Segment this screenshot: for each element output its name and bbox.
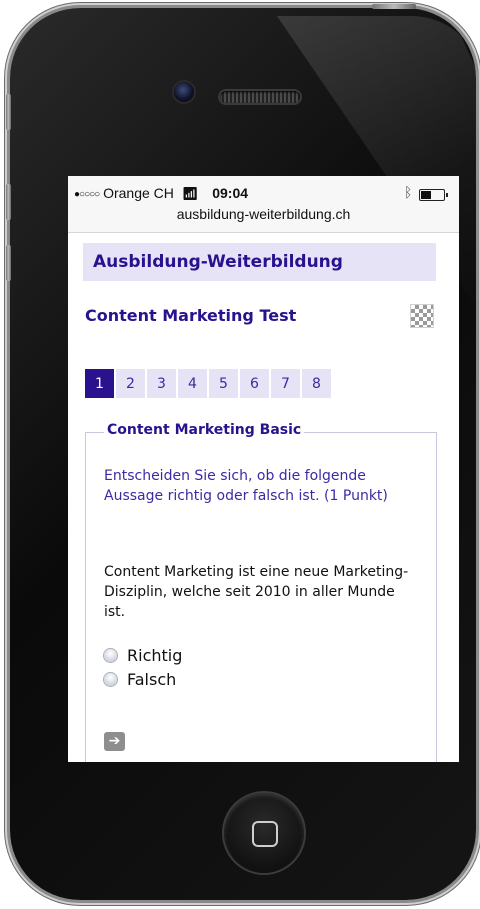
option-label: Richtig (127, 646, 183, 665)
battery-icon (419, 189, 448, 201)
page-button-5[interactable]: 5 (209, 369, 238, 398)
arrow-right-icon[interactable]: ➔ (104, 732, 125, 751)
section-title: Content Marketing Basic (104, 422, 305, 438)
page-button-1[interactable]: 1 (85, 369, 114, 398)
page-button-3[interactable]: 3 (147, 369, 176, 398)
clock: 09:04 (212, 185, 249, 201)
volume-up-button (6, 184, 11, 220)
radio-button[interactable] (104, 673, 117, 686)
page-button-8[interactable]: 8 (302, 369, 331, 398)
option-richtig[interactable]: Richtig (104, 646, 182, 665)
wifi-icon: 📶︎ (181, 186, 199, 201)
status-left: ●○○○○ Orange CH 📶︎ 09:04 (74, 185, 248, 202)
signal-strength: ●○○○○ (74, 189, 100, 200)
phone-frame: ●○○○○ Orange CH 📶︎ 09:04 ᛒ ausbildung-we… (10, 8, 480, 900)
option-falsch[interactable]: Falsch (104, 670, 176, 689)
home-square-icon (252, 821, 278, 847)
front-camera (174, 82, 194, 102)
volume-down-button (6, 245, 11, 281)
home-button[interactable] (224, 793, 304, 873)
radio-button[interactable] (104, 649, 117, 662)
status-bar: ●○○○○ Orange CH 📶︎ 09:04 ᛒ ausbildung-we… (68, 176, 459, 233)
checkered-flag-icon[interactable] (411, 305, 433, 327)
question-pager: 1 2 3 4 5 6 7 8 (85, 369, 331, 398)
url-bar[interactable]: ausbildung-weiterbildung.ch (68, 206, 459, 222)
site-header[interactable]: Ausbildung-Weiterbildung (83, 243, 436, 281)
question-instruction: Entscheiden Sie sich, ob die folgende Au… (104, 468, 388, 504)
quiz-title: Content Marketing Test (85, 306, 297, 325)
page-button-7[interactable]: 7 (271, 369, 300, 398)
power-button (372, 4, 416, 9)
page-button-6[interactable]: 6 (240, 369, 269, 398)
screen: ●○○○○ Orange CH 📶︎ 09:04 ᛒ ausbildung-we… (68, 176, 459, 762)
battery-level (421, 191, 431, 199)
page-button-2[interactable]: 2 (116, 369, 145, 398)
bluetooth-icon: ᛒ (404, 184, 413, 200)
mute-switch (6, 94, 11, 130)
battery-tip (446, 193, 448, 197)
page-button-4[interactable]: 4 (178, 369, 207, 398)
carrier-name: Orange CH (103, 185, 174, 201)
earpiece-speaker (220, 91, 300, 103)
option-label: Falsch (127, 670, 177, 689)
question-statement: Content Marketing ist eine neue Marketin… (104, 564, 409, 620)
